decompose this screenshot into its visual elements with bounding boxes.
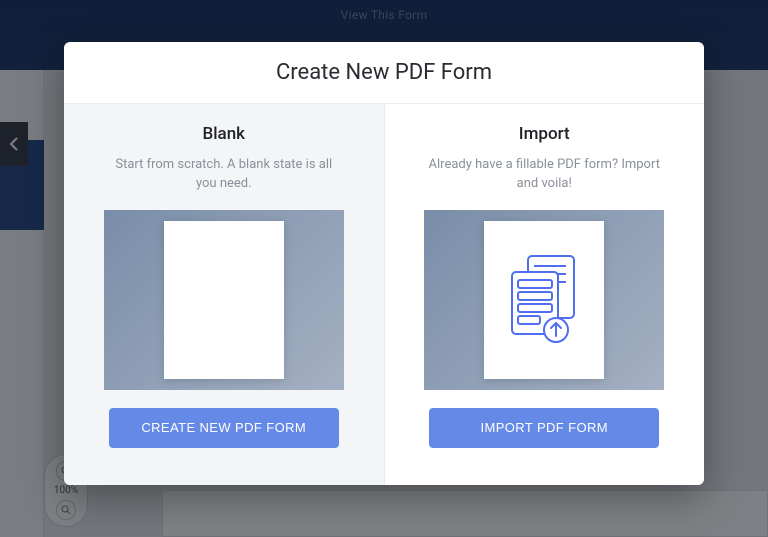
app-background: View This Form 100% Create New PDF Form … [0,0,768,537]
create-pdf-modal: Create New PDF Form Blank Start from scr… [64,42,704,485]
import-option-title: Import [519,124,570,144]
blank-page-icon [164,221,284,379]
blank-option-panel[interactable]: Blank Start from scratch. A blank state … [64,104,385,485]
modal-body: Blank Start from scratch. A blank state … [64,104,704,485]
blank-option-description: Start from scratch. A blank state is all… [104,156,344,194]
blank-option-title: Blank [202,124,245,144]
import-option-description: Already have a fillable PDF form? Import… [424,156,664,194]
import-preview [424,210,664,390]
import-page-graphic [484,221,604,379]
import-form-icon [504,250,584,350]
create-new-pdf-button[interactable]: CREATE NEW PDF FORM [109,408,339,448]
import-option-panel[interactable]: Import Already have a fillable PDF form?… [385,104,705,485]
modal-title: Create New PDF Form [64,60,704,85]
import-pdf-button[interactable]: IMPORT PDF FORM [429,408,659,448]
modal-header: Create New PDF Form [64,42,704,104]
blank-preview [104,210,344,390]
